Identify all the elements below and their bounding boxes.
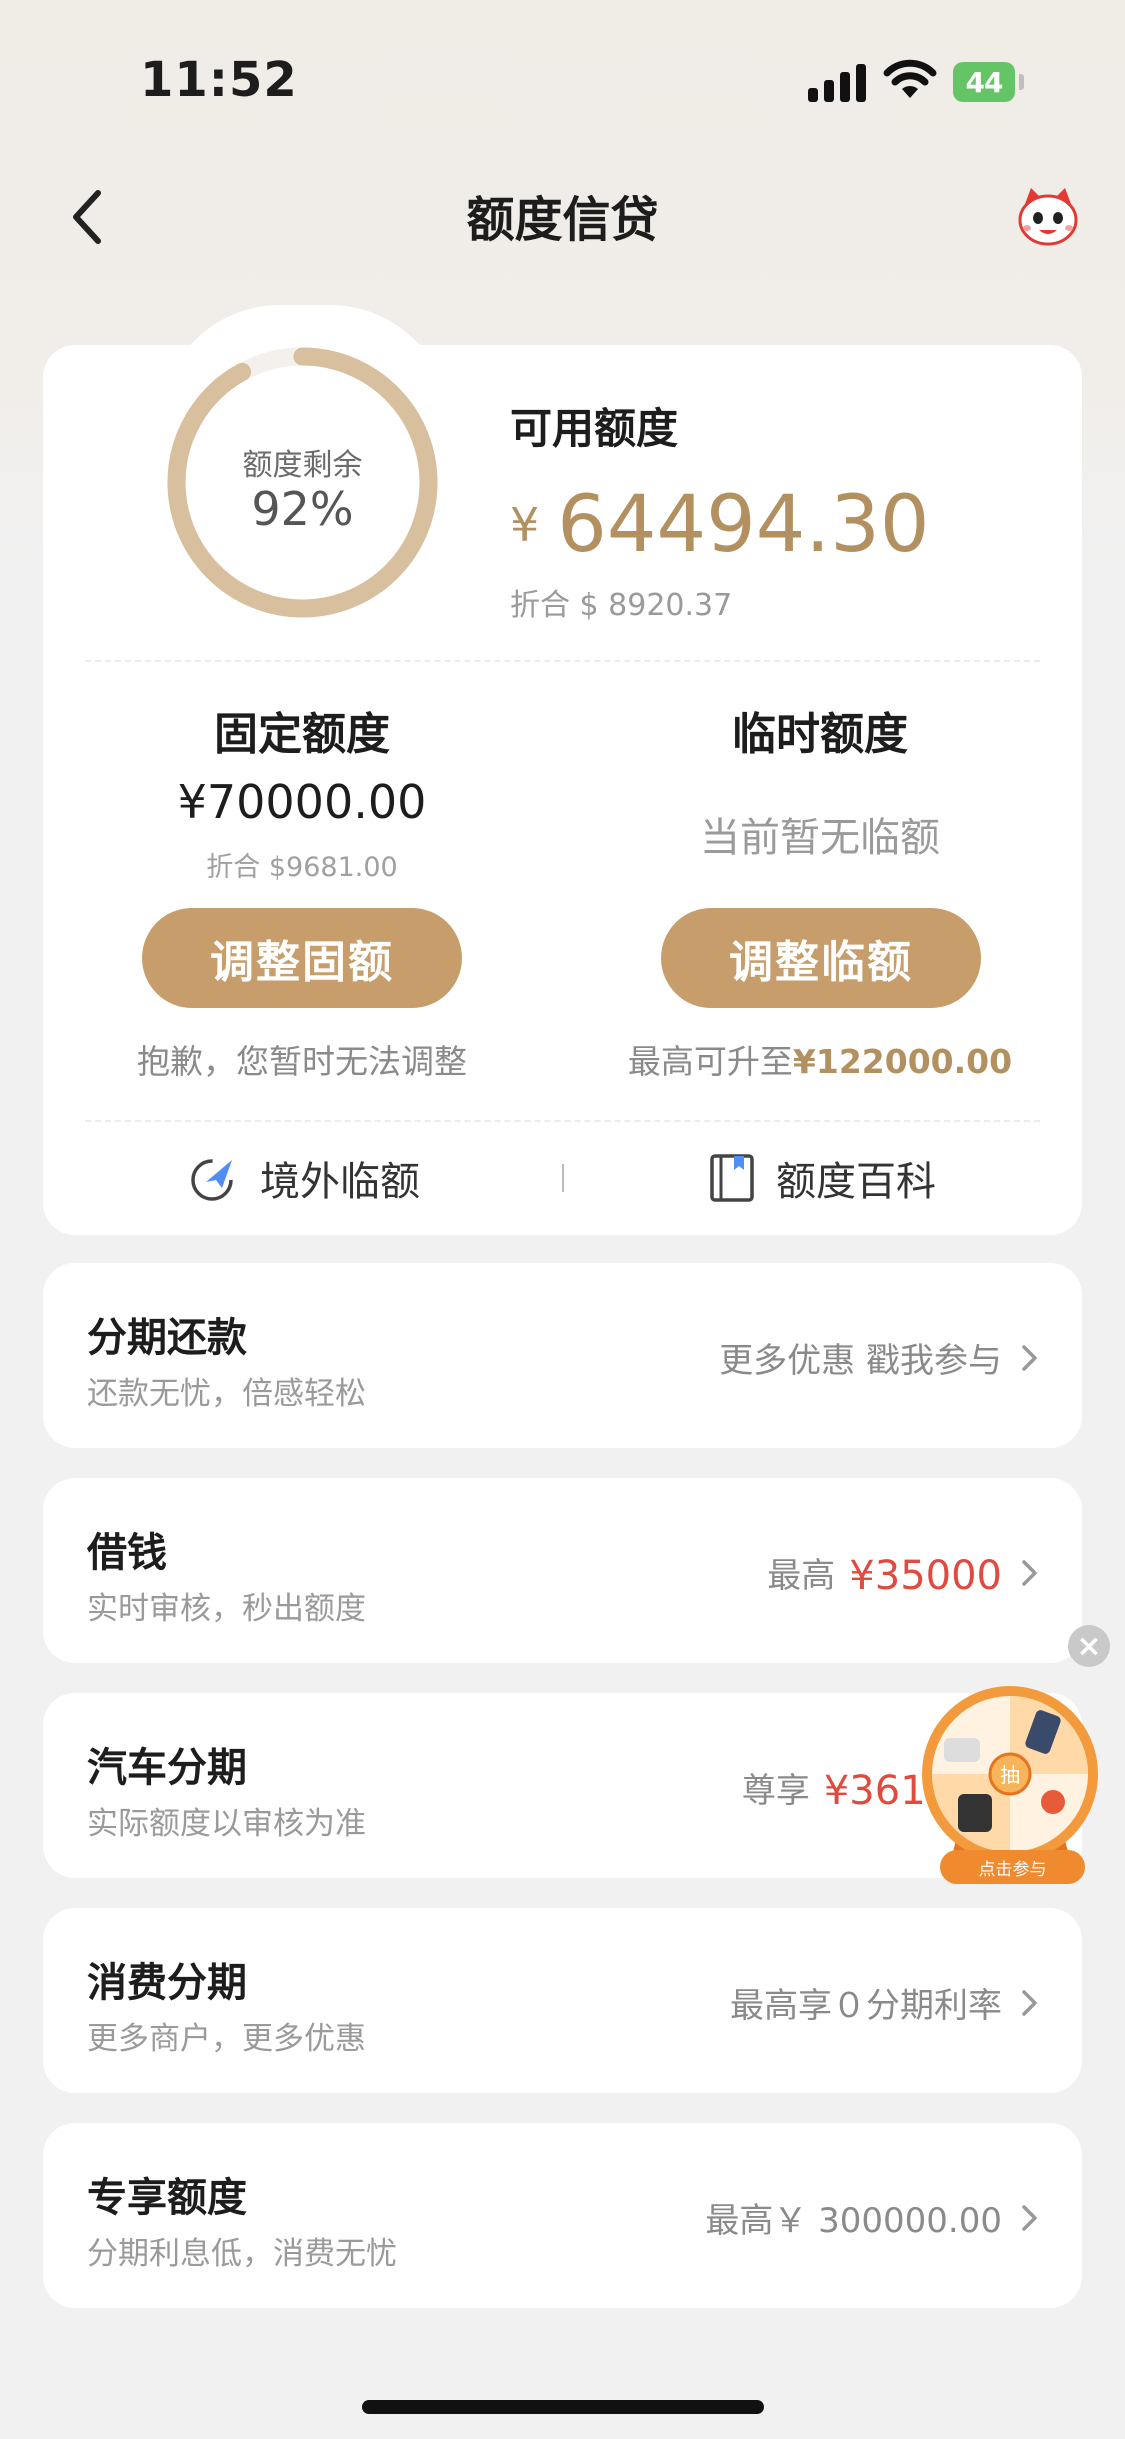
chevron-right-icon [1022,1560,1037,1586]
chevron-right-icon [1022,1990,1037,2016]
status-time: 11:52 [140,52,298,108]
row-subtitle: 分期利息低，消费无忧 [87,2236,397,2272]
adjust-fixed-button[interactable]: 调整固额 [142,908,462,1008]
temp-note-amount: ¥122000.00 [792,1042,1013,1081]
book-icon [710,1154,754,1202]
fixed-adjust-note: 抱歉，您暂时无法调整 [137,1042,467,1081]
divider [85,1120,1040,1122]
temp-note-prefix: 最高可升至 [627,1042,793,1081]
battery-tip [1019,74,1024,90]
list-row-installment-repay[interactable]: 分期还款 还款无忧，倍感轻松 更多优惠 戳我参与 [43,1263,1082,1448]
status-bar: 11:52 44 [0,0,1125,160]
row-title: 汽车分期 [87,1745,247,1791]
temp-adjust-note: 最高可升至¥122000.00 [590,1035,1050,1083]
temp-limit-status: 当前暂无临额 [700,815,940,861]
home-indicator [362,2400,764,2414]
limit-wiki-link[interactable]: 额度百科 [708,1148,936,1208]
row-promo-text: 最高￥ 300000.00 [705,2201,1002,2241]
row-promo: 最高￥ 300000.00 [705,2193,1002,2242]
row-subtitle: 实际额度以审核为准 [87,1806,366,1842]
row-promo-text: 最高 [767,1556,836,1596]
page-title: 额度信贷 [466,192,659,248]
available-label: 可用额度 [510,404,679,453]
row-promo: 更多优惠 戳我参与 [719,1333,1002,1382]
fixed-limit-title: 固定额度 [214,709,390,760]
overseas-plane-icon [191,1159,233,1201]
temp-limit-title: 临时额度 [732,709,908,760]
row-promo-text: 尊享 [741,1771,810,1811]
row-subtitle: 实时审核，秒出额度 [87,1591,366,1627]
chevron-left-icon [73,190,101,244]
list-row-exclusive-limit[interactable]: 专享额度 分期利息低，消费无忧 最高￥ 300000.00 [43,2123,1082,2308]
wheel-center-label: 抽 [1000,1763,1020,1787]
adjust-temp-button[interactable]: 调整临额 [661,908,981,1008]
available-usd: 折合 $ 8920.37 [510,588,733,623]
row-promo-text: 最高享０分期利率 [730,1986,1002,2026]
divider [85,660,1040,662]
wheel-join-button[interactable]: 点击参与 [940,1850,1085,1884]
chevron-right-icon [1022,2205,1037,2231]
row-promo-text: 更多优惠 戳我参与 [719,1341,1002,1381]
battery-level: 44 [965,65,1004,99]
fixed-limit-amount: ¥70000.00 [177,775,427,829]
row-title: 借钱 [87,1530,167,1576]
ring-label: 额度剩余 [242,448,363,483]
row-promo: 最高享０分期利率 [730,1978,1002,2027]
row-title: 消费分期 [87,1960,247,2006]
available-amount-value: 64494.30 [557,480,930,570]
back-button[interactable] [62,182,112,252]
fixed-limit-usd: 折合 $9681.00 [206,852,398,883]
overseas-limit-label: 境外临额 [260,1159,420,1205]
row-title: 分期还款 [87,1315,247,1361]
row-subtitle: 更多商户，更多优惠 [87,2021,366,2057]
limit-wiki-label: 额度百科 [776,1159,936,1205]
cellular-signal-icon [808,62,868,102]
chevron-right-icon [1022,1345,1037,1371]
mascot-icon[interactable] [1015,184,1081,250]
battery-icon: 44 [953,62,1015,102]
overseas-limit-link[interactable]: 境外临额 [188,1148,420,1208]
list-row-borrow[interactable]: 借钱 实时审核，秒出额度 最高 ¥35000 [43,1478,1082,1663]
row-title: 专享额度 [87,2175,247,2221]
ring-value: 92% [251,482,354,536]
row-promo: 最高 ¥35000 [767,1548,1002,1599]
currency-symbol: ¥ [510,498,540,552]
row-subtitle: 还款无忧，倍感轻松 [87,1376,366,1412]
wifi-icon [883,59,937,98]
close-icon[interactable]: × [1068,1625,1110,1667]
row-promo-amount: ¥35000 [849,1553,1002,1599]
available-amount: ¥64494.30 [510,480,929,570]
list-row-consumer-installment[interactable]: 消费分期 更多商户，更多优惠 最高享０分期利率 [43,1908,1082,2093]
link-separator [562,1164,564,1192]
